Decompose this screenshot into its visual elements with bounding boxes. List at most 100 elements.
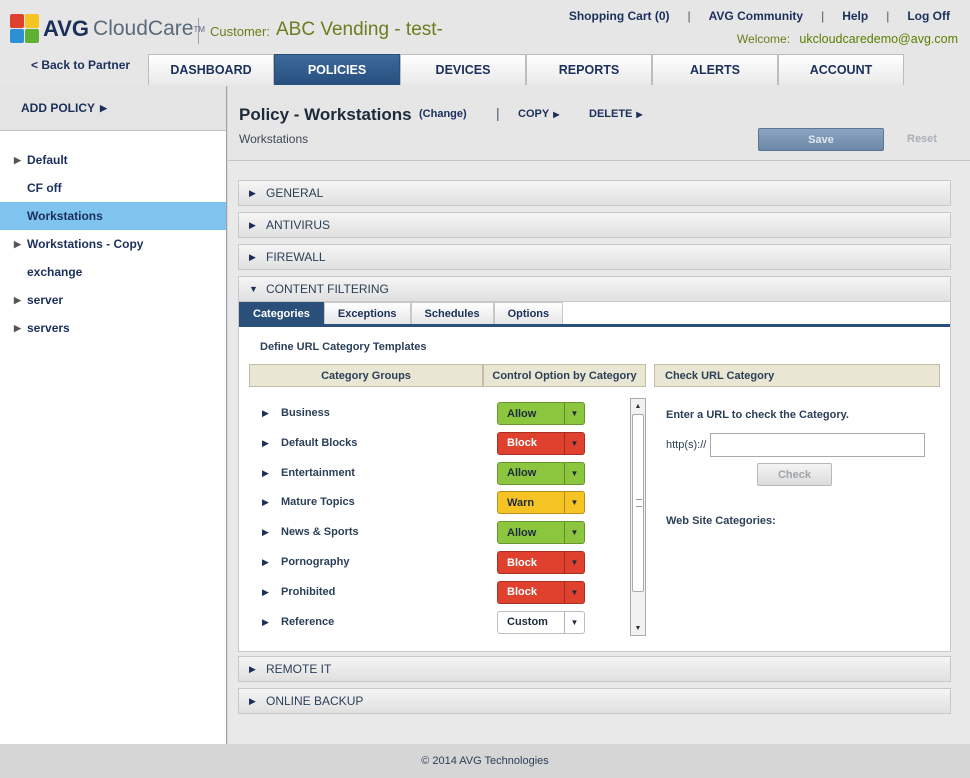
header: AVG CloudCare TM Customer: ABC Vending -… xyxy=(0,0,970,86)
play-arrow-icon: ▶ xyxy=(100,102,107,113)
control-option-value: Allow xyxy=(507,526,537,539)
delete-button[interactable]: DELETE ▶ xyxy=(589,108,643,120)
help-link[interactable]: Help xyxy=(840,9,870,23)
column-header-check-url: Check URL Category xyxy=(654,364,940,387)
policy-item-servers[interactable]: ▶ servers xyxy=(0,314,226,342)
control-option-select[interactable]: Allow ▼ xyxy=(497,521,585,545)
expand-arrow-icon[interactable]: ▶ xyxy=(262,497,269,508)
section-online-backup[interactable]: ▶ ONLINE BACKUP xyxy=(238,688,951,714)
policy-item-exchange[interactable]: exchange xyxy=(0,258,226,286)
link-separator: | xyxy=(821,9,825,23)
tab-exceptions[interactable]: Exceptions xyxy=(323,302,411,324)
expand-arrow-icon[interactable]: ▶ xyxy=(262,408,269,419)
avg-logo[interactable]: AVG CloudCare TM xyxy=(10,14,205,44)
logo-avg-text: AVG xyxy=(43,16,90,41)
section-remote-it[interactable]: ▶ REMOTE IT xyxy=(238,656,951,682)
define-templates-label: Define URL Category Templates xyxy=(260,341,427,353)
shopping-cart-link[interactable]: Shopping Cart (0) xyxy=(567,9,672,23)
reset-button[interactable]: Reset xyxy=(907,133,937,145)
control-option-value: Block xyxy=(507,586,537,599)
nav-tab-devices[interactable]: DEVICES xyxy=(400,54,526,85)
policy-item-label: exchange xyxy=(27,265,83,279)
save-button[interactable]: Save xyxy=(758,128,884,151)
category-scrollbar[interactable]: ▲ ▼ xyxy=(630,398,646,636)
welcome-user[interactable]: ukcloudcaredemo@avg.com xyxy=(799,32,958,46)
control-option-select[interactable]: Allow ▼ xyxy=(497,402,585,425)
policy-item-label: Workstations - Copy xyxy=(27,237,144,251)
customer-label: Customer: xyxy=(210,24,270,39)
category-row: ▶ Mature Topics Warn ▼ xyxy=(239,489,629,519)
header-divider xyxy=(198,18,199,44)
dropdown-arrow-icon: ▼ xyxy=(564,462,584,484)
change-link[interactable]: (Change) xyxy=(419,108,467,120)
expand-arrow-icon[interactable]: ▶ xyxy=(0,155,27,166)
policy-item-cf-off[interactable]: CF off xyxy=(0,174,226,202)
policy-item-workstations-copy[interactable]: ▶ Workstations - Copy xyxy=(0,230,226,258)
log-off-link[interactable]: Log Off xyxy=(905,9,952,23)
main-nav: DASHBOARD POLICIES DEVICES REPORTS ALERT… xyxy=(148,54,904,85)
collapsed-arrow-icon: ▶ xyxy=(249,695,256,706)
scroll-up-icon[interactable]: ▲ xyxy=(631,399,645,413)
nav-tab-reports[interactable]: REPORTS xyxy=(526,54,652,85)
footer: © 2014 AVG Technologies xyxy=(0,744,970,778)
scroll-down-icon[interactable]: ▼ xyxy=(631,621,645,635)
control-option-select[interactable]: Block ▼ xyxy=(497,580,585,604)
check-button[interactable]: Check xyxy=(757,463,832,486)
control-option-select[interactable]: Block ▼ xyxy=(497,431,585,455)
url-input[interactable] xyxy=(710,433,925,457)
expand-arrow-icon[interactable]: ▶ xyxy=(262,468,269,479)
expand-arrow-icon[interactable]: ▶ xyxy=(0,295,27,306)
expand-arrow-icon[interactable]: ▶ xyxy=(262,557,269,568)
play-arrow-icon: ▶ xyxy=(636,110,643,119)
add-policy-button[interactable]: ADD POLICY ▶ xyxy=(0,86,226,131)
tab-options[interactable]: Options xyxy=(493,302,564,324)
control-option-value: Allow xyxy=(507,407,537,420)
main-content: Policy - Workstations (Change) | COPY ▶ D… xyxy=(228,86,970,744)
dropdown-arrow-icon: ▼ xyxy=(564,492,584,514)
expand-arrow-icon[interactable]: ▶ xyxy=(262,438,269,449)
category-name: Default Blocks xyxy=(281,436,358,449)
logo-cloudcare-text: CloudCare xyxy=(93,17,194,40)
expand-arrow-icon[interactable]: ▶ xyxy=(0,239,27,250)
category-name: Business xyxy=(281,407,330,419)
collapsed-arrow-icon: ▶ xyxy=(249,219,256,230)
tab-schedules[interactable]: Schedules xyxy=(410,302,494,324)
header-separator: | xyxy=(496,105,500,121)
section-firewall[interactable]: ▶ FIREWALL xyxy=(238,244,951,270)
category-name: Reference xyxy=(281,615,335,628)
nav-tab-dashboard[interactable]: DASHBOARD xyxy=(148,54,274,85)
content-filtering-panel: Categories Exceptions Schedules Options … xyxy=(238,302,951,652)
expand-arrow-icon[interactable]: ▶ xyxy=(0,323,27,334)
back-to-partner-link[interactable]: < Back to Partner xyxy=(31,58,130,72)
section-general[interactable]: ▶ GENERAL xyxy=(238,180,951,206)
control-option-select[interactable]: Allow ▼ xyxy=(497,461,585,485)
category-row: ▶ Reference Custom ▼ xyxy=(239,609,629,639)
section-label: FIREWALL xyxy=(266,250,326,264)
control-option-select[interactable]: Custom ▼ xyxy=(497,610,585,634)
policy-item-workstations[interactable]: Workstations xyxy=(0,202,226,230)
dropdown-arrow-icon: ▼ xyxy=(564,432,584,454)
section-content-filtering[interactable]: ▼ CONTENT FILTERING xyxy=(238,276,951,302)
expand-arrow-icon[interactable]: ▶ xyxy=(262,587,269,598)
expand-arrow-icon[interactable]: ▶ xyxy=(262,617,269,628)
avg-community-link[interactable]: AVG Community xyxy=(707,9,805,23)
policy-item-default[interactable]: ▶ Default xyxy=(0,146,226,174)
category-name: News & Sports xyxy=(281,526,359,539)
section-antivirus[interactable]: ▶ ANTIVIRUS xyxy=(238,212,951,238)
control-option-value: Warn xyxy=(507,496,535,509)
play-arrow-icon: ▶ xyxy=(553,110,560,119)
delete-label: DELETE xyxy=(589,108,633,120)
tab-categories[interactable]: Categories xyxy=(239,302,324,324)
nav-tab-account[interactable]: ACCOUNT xyxy=(778,54,904,85)
policy-subtitle: Workstations xyxy=(239,132,309,146)
control-option-select[interactable]: Block ▼ xyxy=(497,551,585,574)
nav-tab-alerts[interactable]: ALERTS xyxy=(652,54,778,85)
expand-arrow-icon[interactable]: ▶ xyxy=(262,527,269,538)
copy-button[interactable]: COPY ▶ xyxy=(518,108,559,120)
category-row: ▶ Entertainment Allow ▼ xyxy=(239,460,629,490)
control-option-select[interactable]: Warn ▼ xyxy=(497,491,585,515)
dropdown-arrow-icon: ▼ xyxy=(564,403,584,424)
scrollbar-thumb[interactable] xyxy=(632,414,644,592)
nav-tab-policies[interactable]: POLICIES xyxy=(274,54,400,85)
policy-item-server[interactable]: ▶ server xyxy=(0,286,226,314)
